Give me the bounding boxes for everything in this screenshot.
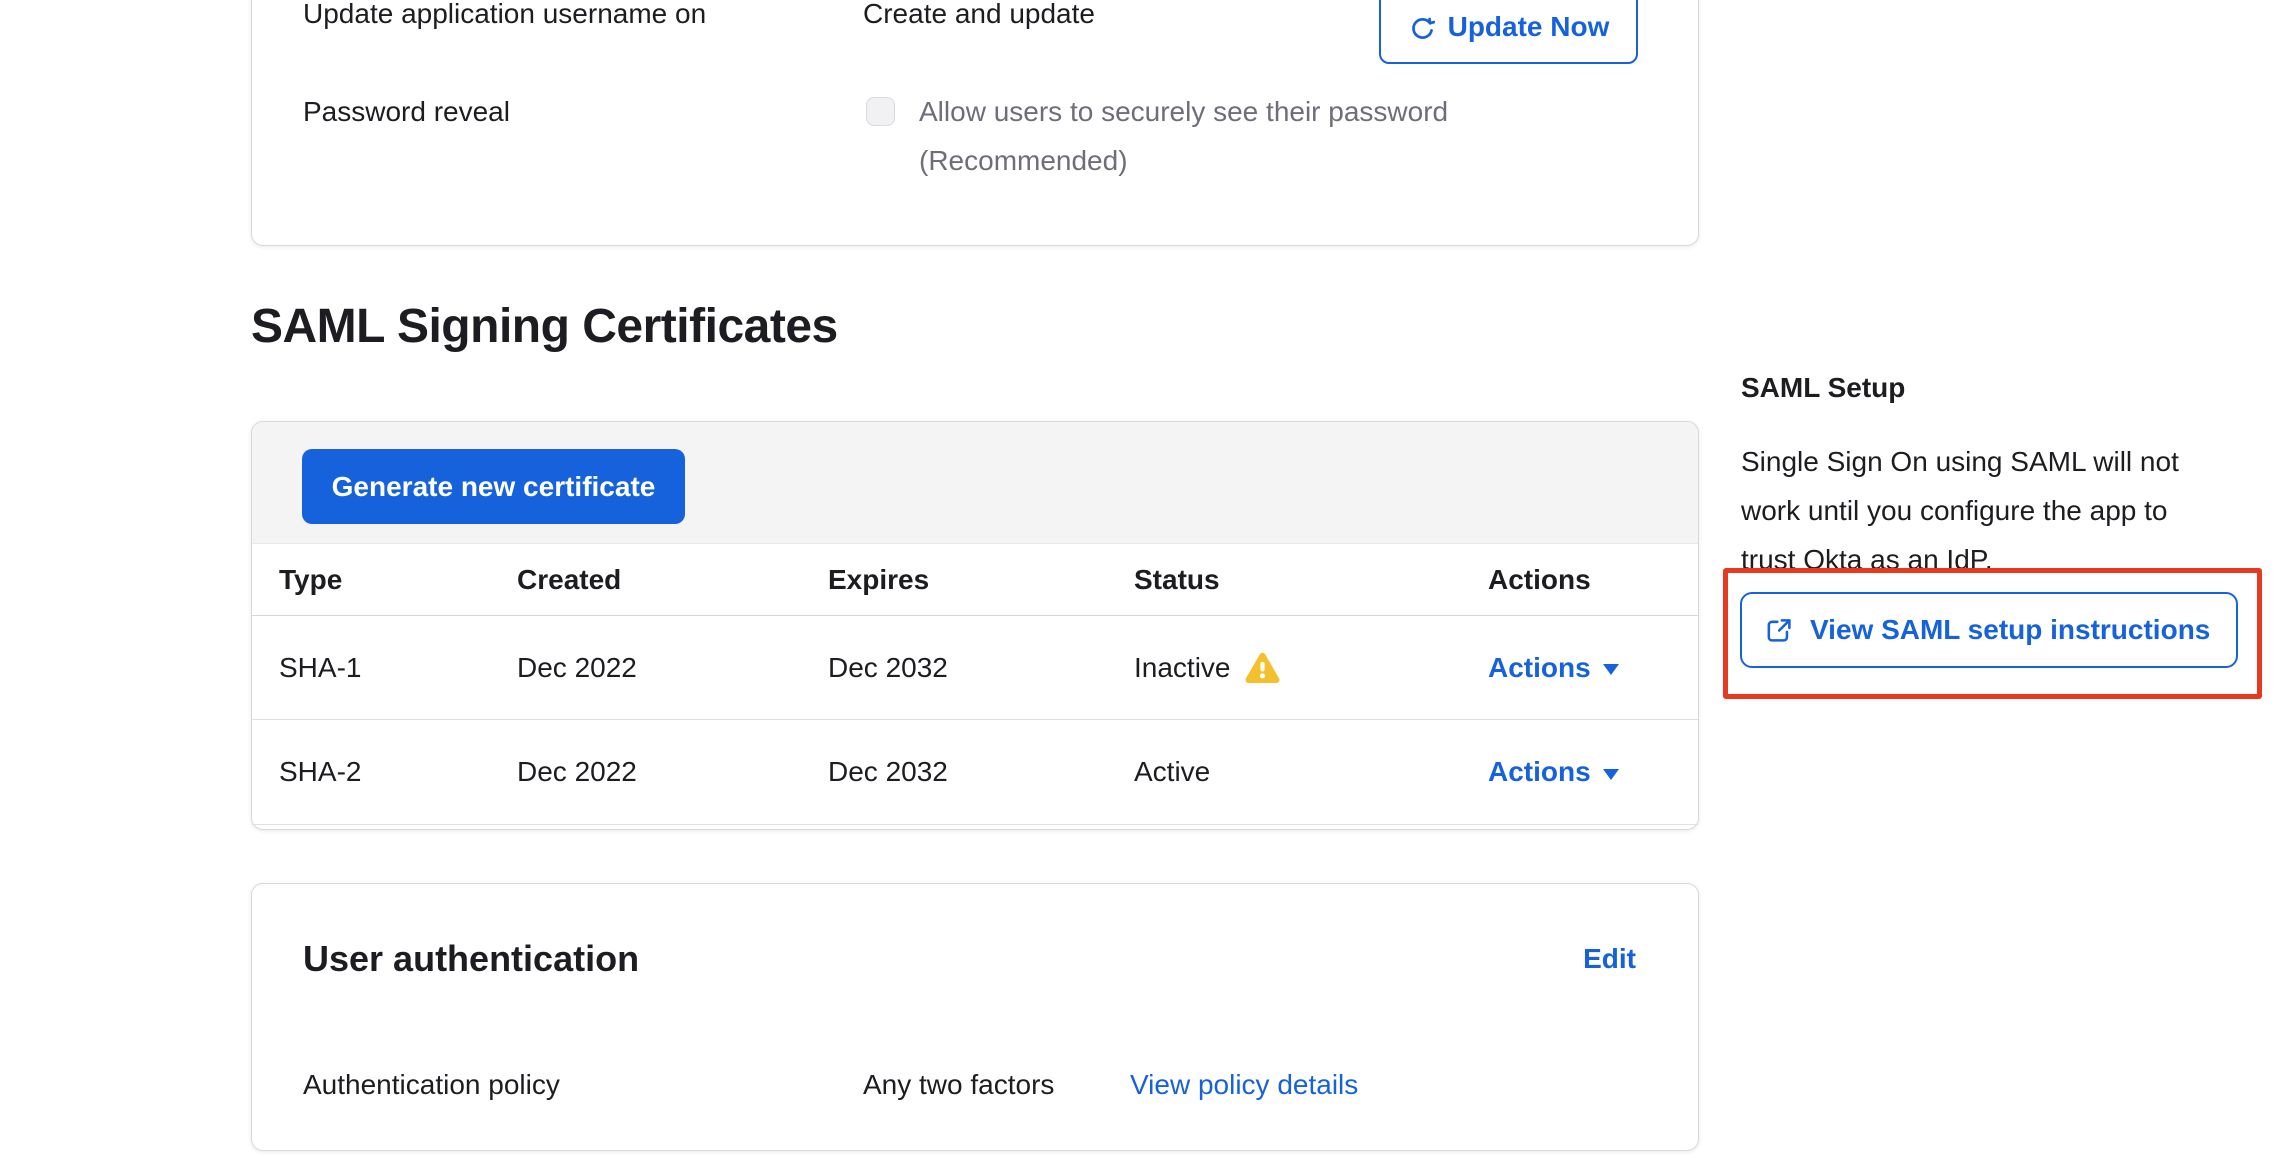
password-reveal-description: Allow users to securely see their passwo…	[919, 87, 1448, 185]
status-text: Active	[1134, 756, 1210, 788]
table-row: SHA-2 Dec 2022 Dec 2032 Active Actions	[252, 720, 1698, 825]
certificates-panel: Generate new certificate Type Created Ex…	[251, 421, 1699, 830]
caret-down-icon[interactable]	[1603, 664, 1619, 675]
cell-type: SHA-2	[252, 756, 490, 788]
external-link-icon	[1764, 616, 1793, 645]
status-text: Inactive	[1134, 652, 1231, 684]
column-header-actions: Actions	[1461, 564, 1698, 596]
view-policy-details-link[interactable]: View policy details	[1130, 1068, 1358, 1102]
actions-menu-link[interactable]: Actions	[1488, 756, 1591, 788]
certificates-toolbar: Generate new certificate	[252, 422, 1698, 544]
cell-status: Inactive	[1107, 652, 1461, 684]
saml-setup-description: Single Sign On using SAML will not work …	[1741, 437, 2179, 584]
saml-setup-description-line2: work until you configure the app to	[1741, 486, 2179, 535]
update-now-button[interactable]: Update Now	[1379, 0, 1638, 64]
cell-type: SHA-1	[252, 652, 490, 684]
certificates-table: Type Created Expires Status Actions SHA-…	[252, 544, 1698, 825]
saml-setup-description-line1: Single Sign On using SAML will not	[1741, 437, 2179, 486]
view-saml-setup-instructions-button[interactable]: View SAML setup instructions	[1740, 592, 2238, 668]
password-reveal-checkbox[interactable]	[866, 97, 895, 126]
cell-expires: Dec 2032	[801, 652, 1107, 684]
user-authentication-heading: User authentication	[303, 939, 639, 979]
generate-new-certificate-button[interactable]: Generate new certificate	[302, 449, 685, 524]
cell-created: Dec 2022	[490, 652, 801, 684]
table-header-row: Type Created Expires Status Actions	[252, 544, 1698, 616]
password-reveal-description-line2: (Recommended)	[919, 136, 1448, 185]
password-reveal-description-line1: Allow users to securely see their passwo…	[919, 87, 1448, 136]
view-saml-setup-instructions-label: View SAML setup instructions	[1810, 614, 2210, 646]
account-settings-card: Update application username on Create an…	[251, 0, 1699, 246]
password-reveal-label: Password reveal	[303, 95, 510, 129]
table-row: SHA-1 Dec 2022 Dec 2032 Inactive Actions	[252, 616, 1698, 720]
warning-icon	[1245, 652, 1280, 684]
cell-actions: Actions	[1461, 756, 1698, 788]
saml-signing-certificates-heading: SAML Signing Certificates	[251, 300, 838, 354]
update-now-label: Update Now	[1448, 11, 1610, 43]
app-settings-page: Update application username on Create an…	[0, 0, 2279, 1158]
cell-created: Dec 2022	[490, 756, 801, 788]
user-authentication-card: User authentication Edit Authentication …	[251, 883, 1699, 1151]
refresh-icon	[1408, 14, 1435, 41]
cell-expires: Dec 2032	[801, 756, 1107, 788]
column-header-expires: Expires	[801, 564, 1107, 596]
caret-down-icon[interactable]	[1603, 769, 1619, 780]
column-header-status: Status	[1107, 564, 1461, 596]
saml-setup-heading: SAML Setup	[1741, 372, 1905, 404]
edit-link[interactable]: Edit	[1583, 942, 1636, 976]
authentication-policy-value: Any two factors	[863, 1068, 1054, 1102]
authentication-policy-label: Authentication policy	[303, 1068, 560, 1102]
saml-setup-description-line3: trust Okta as an IdP.	[1741, 535, 2179, 584]
column-header-type: Type	[252, 564, 490, 596]
cell-status: Active	[1107, 756, 1461, 788]
cell-actions: Actions	[1461, 652, 1698, 684]
column-header-created: Created	[490, 564, 801, 596]
update-username-label: Update application username on	[303, 0, 706, 31]
update-username-value: Create and update	[863, 0, 1095, 31]
actions-menu-link[interactable]: Actions	[1488, 652, 1591, 684]
